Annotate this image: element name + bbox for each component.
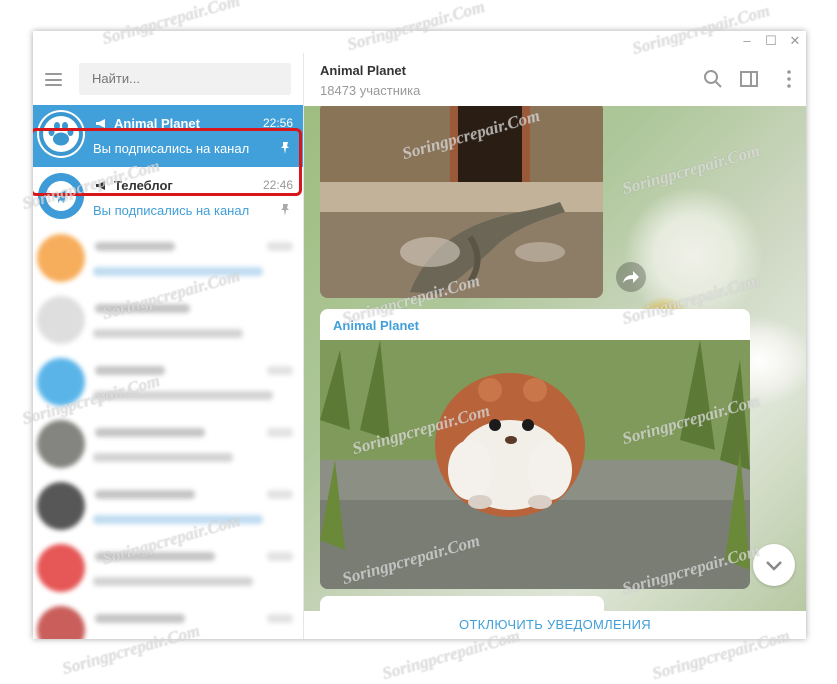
member-count: 18473 участника — [320, 83, 421, 98]
hamster-photo — [320, 340, 750, 589]
photo-message[interactable] — [320, 106, 603, 298]
chat-item-blurred[interactable] — [33, 601, 303, 639]
avatar — [37, 606, 85, 639]
hamster-image — [320, 340, 750, 589]
chat-item-blurred[interactable] — [33, 291, 303, 353]
avatar — [37, 482, 85, 530]
avatar — [37, 544, 85, 592]
chat-item-blurred[interactable] — [33, 229, 303, 291]
avatar — [37, 296, 85, 344]
chat-sidebar: Animal Planet 22:56 Вы подписались на ка… — [33, 53, 304, 639]
photo-message[interactable]: Animal Planet — [320, 309, 750, 589]
more-options-icon[interactable] — [779, 69, 799, 89]
scroll-down-button[interactable] — [753, 544, 795, 586]
channel-footer: ОТКЛЮЧИТЬ УВЕДОМЛЕНИЯ — [304, 611, 806, 639]
selection-highlight-frame — [33, 128, 302, 196]
chat-title[interactable]: Animal Planet — [320, 63, 406, 78]
mute-notifications-button[interactable]: ОТКЛЮЧИТЬ УВЕДОМЛЕНИЯ — [304, 611, 806, 639]
chat-header: Animal Planet 18473 участника — [304, 53, 806, 107]
avatar — [37, 420, 85, 468]
menu-icon[interactable] — [45, 73, 62, 86]
chat-item-blurred[interactable] — [33, 353, 303, 415]
window-controls: – ☐ ✕ — [740, 33, 802, 49]
chat-preview: Вы подписались на канал — [93, 203, 250, 218]
chat-item-blurred[interactable] — [33, 477, 303, 539]
forward-button[interactable] — [616, 262, 646, 292]
komodo-dragon-photo — [320, 106, 603, 298]
close-button[interactable]: ✕ — [788, 33, 802, 49]
conversation-panel: Animal Planet 18473 участника Animal Pla… — [304, 53, 806, 639]
avatar — [37, 358, 85, 406]
maximize-button[interactable]: ☐ — [764, 33, 778, 49]
message-area[interactable]: Animal Planet — [304, 106, 806, 611]
chat-item-blurred[interactable] — [33, 415, 303, 477]
share-arrow-icon — [623, 271, 639, 283]
minimize-button[interactable]: – — [740, 33, 754, 49]
search-input[interactable] — [79, 63, 291, 95]
sidebar-toggle-icon[interactable] — [739, 69, 759, 89]
chevron-down-icon — [766, 561, 782, 571]
message-author[interactable]: Animal Planet — [333, 318, 419, 333]
chat-item-blurred[interactable] — [33, 539, 303, 601]
next-message-preview — [320, 596, 604, 611]
telegram-window: – ☐ ✕ Найти... Animal Planet 22:56 Вы по… — [33, 31, 806, 639]
sidebar-topbar — [33, 53, 303, 105]
pin-icon — [281, 204, 289, 216]
search-icon[interactable] — [703, 69, 723, 89]
avatar — [37, 234, 85, 282]
title-bar: – ☐ ✕ — [33, 31, 806, 53]
